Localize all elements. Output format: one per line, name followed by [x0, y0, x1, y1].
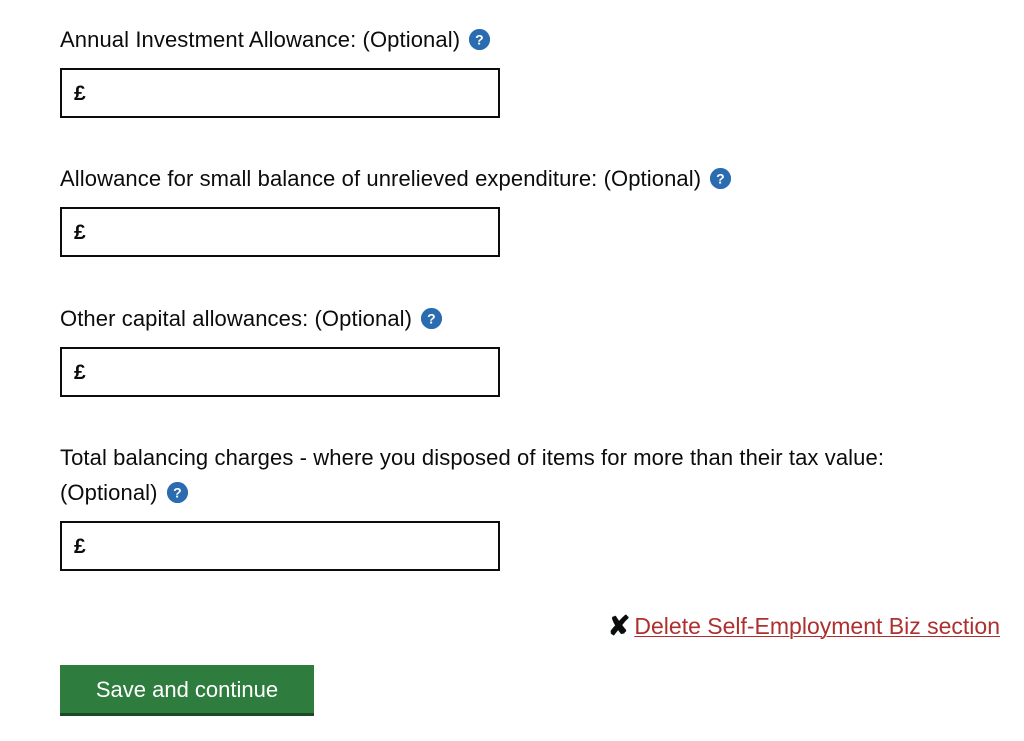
delete-section-row: ✘ Delete Self-Employment Biz section [490, 613, 1000, 641]
other-capital-allowances-input[interactable] [91, 349, 486, 395]
field-label: Allowance for small balance of unrelieve… [60, 161, 732, 196]
amount-input-wrapper[interactable]: £ [60, 347, 500, 397]
svg-text:?: ? [716, 170, 725, 186]
field-label: Other capital allowances: (Optional) ? [60, 301, 443, 336]
field-label-text: Allowance for small balance of unrelieve… [60, 166, 702, 191]
currency-symbol: £ [74, 220, 86, 244]
currency-symbol: £ [74, 534, 86, 558]
currency-symbol: £ [74, 360, 86, 384]
field-label-text: Annual Investment Allowance: (Optional) [60, 27, 461, 52]
field-group-other-capital-allowances: Other capital allowances: (Optional) ? £ [60, 301, 500, 397]
annual-investment-allowance-input[interactable] [91, 70, 486, 116]
delete-section-link[interactable]: Delete Self-Employment Biz section [634, 613, 1000, 641]
help-icon[interactable]: ? [469, 29, 491, 50]
amount-input-wrapper[interactable]: £ [60, 68, 500, 118]
svg-text:?: ? [173, 484, 182, 500]
field-label: Annual Investment Allowance: (Optional) … [60, 22, 491, 57]
total-balancing-charges-input[interactable] [91, 523, 486, 569]
help-icon[interactable]: ? [166, 482, 188, 503]
field-label-text: Other capital allowances: (Optional) [60, 306, 413, 331]
save-and-continue-button[interactable]: Save and continue [60, 665, 314, 716]
svg-text:?: ? [427, 310, 436, 326]
field-group-small-balance-allowance: Allowance for small balance of unrelieve… [60, 161, 732, 257]
small-balance-allowance-input[interactable] [91, 209, 486, 255]
svg-text:?: ? [475, 31, 484, 47]
field-group-annual-investment-allowance: Annual Investment Allowance: (Optional) … [60, 22, 500, 118]
field-label: Total balancing charges - where you disp… [60, 440, 940, 510]
currency-symbol: £ [74, 81, 86, 105]
amount-input-wrapper[interactable]: £ [60, 207, 500, 257]
cross-icon[interactable]: ✘ [608, 613, 631, 640]
help-icon[interactable]: ? [710, 168, 732, 189]
amount-input-wrapper[interactable]: £ [60, 521, 500, 571]
help-icon[interactable]: ? [421, 308, 443, 329]
field-group-total-balancing-charges: Total balancing charges - where you disp… [60, 440, 940, 571]
